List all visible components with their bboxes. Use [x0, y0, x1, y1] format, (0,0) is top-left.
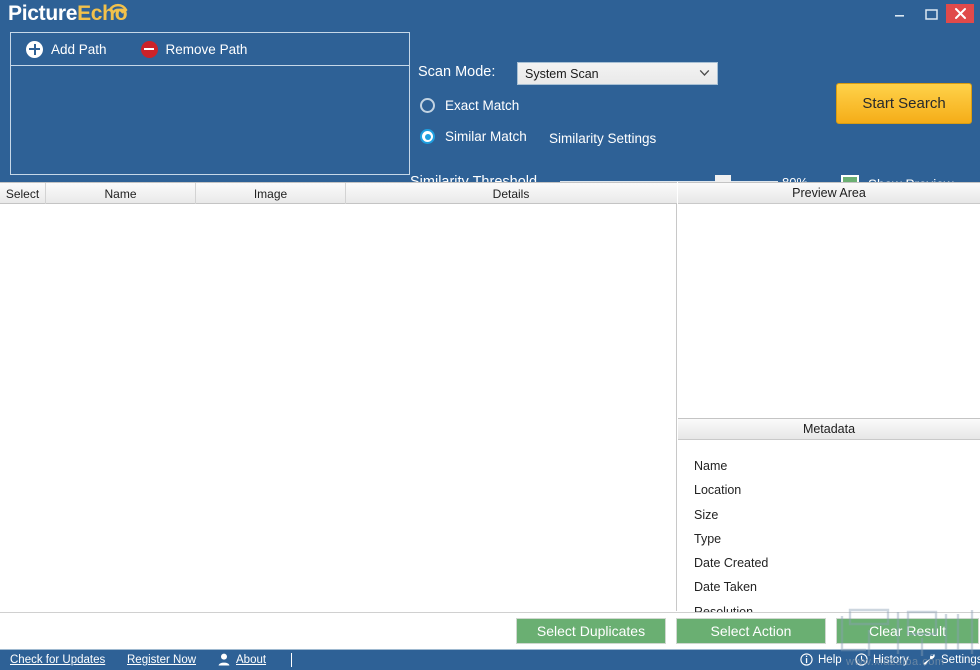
minimize-button[interactable] — [884, 4, 914, 24]
action-bar: Select Duplicates Select Action Clear Re… — [0, 612, 980, 649]
radio-indicator-exact — [420, 98, 435, 113]
user-icon — [218, 653, 230, 666]
column-header-details[interactable]: Details — [346, 183, 676, 204]
metadata-field-name: Name — [694, 454, 980, 478]
scan-mode-value: System Scan — [525, 67, 599, 81]
maximize-button[interactable] — [916, 4, 946, 24]
exact-match-radio[interactable]: Exact Match — [420, 98, 519, 113]
clock-icon — [855, 653, 868, 666]
wrench-icon — [922, 653, 936, 666]
title-bar: PictureEcho — [0, 0, 980, 28]
preview-area[interactable] — [678, 204, 980, 418]
plus-circle-icon — [26, 41, 43, 58]
add-path-label: Add Path — [51, 42, 107, 57]
column-header-image[interactable]: Image — [196, 183, 346, 204]
similar-match-label: Similar Match — [445, 129, 527, 144]
results-pane: Select Name Image Details — [0, 182, 677, 612]
metadata-list: Name Location Size Type Date Created Dat… — [678, 440, 980, 624]
select-duplicates-label: Select Duplicates — [537, 623, 645, 639]
preview-area-header: Preview Area — [678, 182, 980, 204]
results-column-headers: Select Name Image Details — [0, 182, 677, 204]
register-now-link[interactable]: Register Now — [127, 654, 196, 666]
close-icon — [954, 7, 967, 20]
minimize-icon — [894, 10, 905, 19]
status-bar: Check for Updates Register Now About Hel… — [0, 649, 980, 670]
results-list[interactable] — [0, 204, 677, 611]
about-label: About — [236, 654, 266, 666]
status-separator — [291, 653, 292, 667]
column-header-name[interactable]: Name — [46, 183, 196, 204]
main-content: Select Name Image Details Preview Area M… — [0, 182, 980, 612]
scan-mode-label: Scan Mode: — [418, 64, 495, 80]
select-duplicates-button[interactable]: Select Duplicates — [516, 618, 666, 644]
clear-result-button[interactable]: Clear Result — [836, 618, 979, 644]
wifi-arc-icon — [107, 0, 129, 14]
column-header-select[interactable]: Select — [0, 183, 46, 204]
metadata-field-size: Size — [694, 503, 980, 527]
add-path-button[interactable]: Add Path — [20, 34, 113, 64]
close-button[interactable] — [946, 4, 974, 23]
metadata-field-location: Location — [694, 478, 980, 502]
exact-match-label: Exact Match — [445, 98, 519, 113]
path-panel: Add Path Remove Path — [10, 32, 410, 175]
similar-match-radio[interactable]: Similar Match — [420, 129, 527, 144]
about-button[interactable]: About — [218, 653, 266, 666]
settings-label: Settings — [941, 654, 980, 666]
scan-settings-panel: Add Path Remove Path Scan Mode: System S… — [0, 28, 980, 182]
picture-echo-window: PictureEcho — [0, 0, 980, 670]
maximize-icon — [925, 9, 938, 20]
metadata-field-date-created: Date Created — [694, 551, 980, 575]
similarity-settings-link[interactable]: Similarity Settings — [549, 131, 656, 146]
metadata-field-type: Type — [694, 527, 980, 551]
help-button[interactable]: Help — [800, 653, 842, 666]
info-icon — [800, 653, 813, 666]
history-button[interactable]: History — [855, 653, 909, 666]
preview-pane: Preview Area Metadata Name Location Size… — [678, 182, 980, 612]
path-list[interactable] — [11, 67, 409, 174]
chevron-down-icon — [699, 69, 710, 77]
minus-circle-icon — [141, 41, 158, 58]
remove-path-button[interactable]: Remove Path — [135, 34, 254, 64]
remove-path-label: Remove Path — [166, 42, 248, 57]
select-action-button[interactable]: Select Action — [676, 618, 826, 644]
help-label: Help — [818, 654, 842, 666]
select-action-label: Select Action — [711, 623, 792, 639]
radio-indicator-similar — [420, 129, 435, 144]
clear-result-label: Clear Result — [869, 623, 946, 639]
metadata-header: Metadata — [678, 418, 980, 440]
scan-mode-dropdown[interactable]: System Scan — [517, 62, 718, 85]
start-search-button[interactable]: Start Search — [836, 83, 972, 124]
logo-primary-text: Picture — [8, 2, 77, 25]
app-logo: PictureEcho — [8, 2, 127, 26]
check-for-updates-link[interactable]: Check for Updates — [10, 654, 105, 666]
path-toolbar: Add Path Remove Path — [11, 33, 409, 66]
history-label: History — [873, 654, 909, 666]
metadata-field-date-taken: Date Taken — [694, 575, 980, 599]
settings-button[interactable]: Settings — [922, 653, 980, 666]
start-search-label: Start Search — [862, 95, 945, 112]
